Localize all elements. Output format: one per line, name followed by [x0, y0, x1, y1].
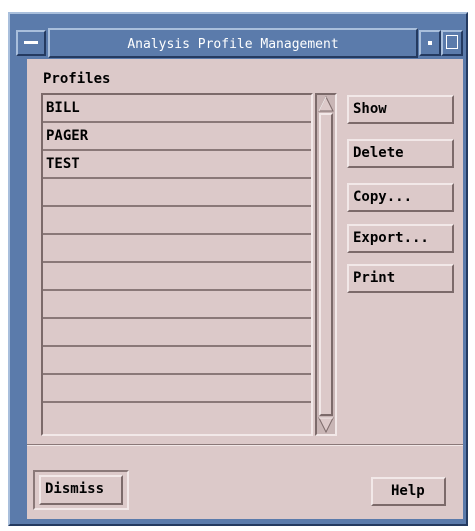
list-item[interactable] — [43, 207, 311, 235]
list-item[interactable] — [43, 179, 311, 207]
list-item[interactable]: PAGER — [43, 123, 311, 151]
list-item[interactable] — [43, 291, 311, 319]
window-menu-button[interactable] — [16, 30, 46, 56]
list-item[interactable]: TEST — [43, 151, 311, 179]
minimize-icon — [428, 41, 432, 45]
profiles-label: Profiles — [43, 71, 111, 87]
dialog-content: Profiles BILL PAGER TEST Show Delete Cop… — [27, 59, 463, 519]
dismiss-button[interactable]: Dismiss — [39, 475, 123, 505]
copy-button[interactable]: Copy... — [347, 183, 454, 212]
list-item[interactable]: BILL — [43, 95, 311, 123]
list-item[interactable] — [43, 263, 311, 291]
separator — [27, 444, 463, 446]
window-title[interactable]: Analysis Profile Management — [48, 28, 418, 58]
delete-button[interactable]: Delete — [347, 139, 454, 168]
minimize-button[interactable] — [419, 30, 441, 56]
maximize-button[interactable] — [441, 30, 463, 56]
maximize-icon — [446, 35, 458, 49]
dialog-window: Analysis Profile Management Profiles BIL… — [0, 0, 475, 531]
scroll-down-arrow-icon[interactable] — [318, 417, 334, 433]
list-item[interactable] — [43, 347, 311, 375]
scroll-up-arrow-icon[interactable] — [318, 96, 334, 112]
list-item[interactable] — [43, 403, 311, 434]
print-button[interactable]: Print — [347, 264, 454, 293]
list-item[interactable] — [43, 375, 311, 403]
list-item[interactable] — [43, 235, 311, 263]
export-button[interactable]: Export... — [347, 224, 454, 253]
window-menu-icon — [24, 41, 38, 44]
help-button[interactable]: Help — [371, 477, 446, 506]
show-button[interactable]: Show — [347, 95, 454, 124]
vertical-scrollbar[interactable] — [315, 93, 337, 436]
profiles-list[interactable]: BILL PAGER TEST — [41, 93, 313, 436]
list-item[interactable] — [43, 319, 311, 347]
scrollbar-thumb[interactable] — [319, 113, 333, 416]
